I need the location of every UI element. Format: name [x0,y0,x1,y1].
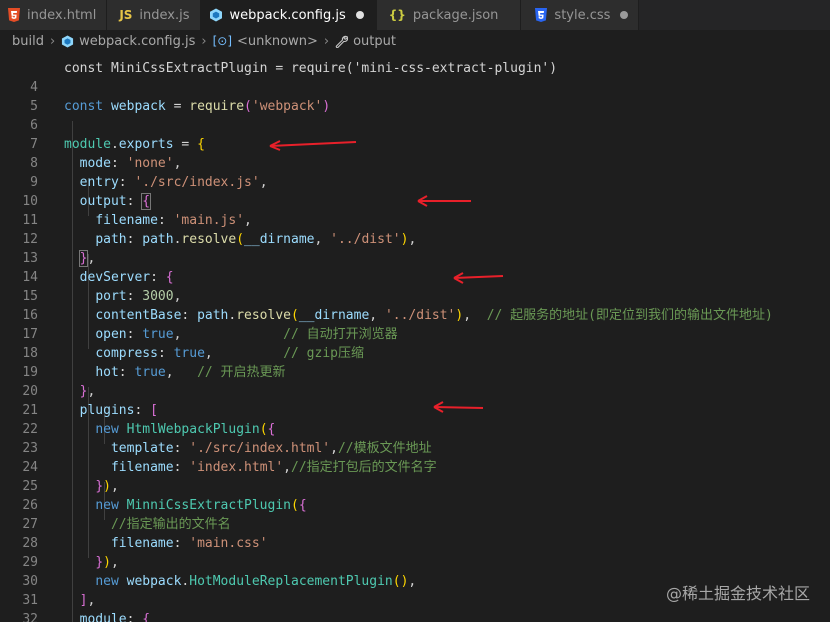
annotation-arrow-icon [433,401,484,413]
webpack-icon [209,8,223,22]
code-line: 15 contentBase: path.resolve(__dirname, … [0,268,830,323]
unsaved-dot-icon[interactable] [355,11,364,19]
annotation-arrow-icon [417,195,471,207]
code-line: 8 entry: './src/index.js', [0,135,830,190]
code-line: 24 }), [0,439,830,494]
code-line: 27 filename: 'main.css' [0,496,830,551]
code-line: 17 compress: true, // gzip压缩 [0,306,830,361]
code-line: const MiniCssExtractPlugin = require('mi… [0,52,830,76]
wrench-icon [335,35,349,48]
tab-label: webpack.config.js [229,7,346,23]
webpack-icon [61,34,74,48]
line-number: 32 [22,612,38,622]
tab-label: index.html [27,7,97,23]
chevron-right-icon: › [201,33,207,49]
code-line: 6 module.exports = { [0,97,830,152]
code-line: 7 mode: 'none', [0,116,830,171]
chevron-right-icon: › [323,33,330,49]
editor-tab-bar: index.html JS index.js webpack.config.js… [0,0,830,30]
code-line: 16 open: true, // 自动打开浏览器 [0,287,830,342]
code-line: 14 port: 3000, [0,249,830,304]
tab-package-json[interactable]: {} package.json [376,0,522,30]
json-icon: {} [388,8,406,22]
code-line: 19 }, [0,344,830,399]
chevron-right-icon: › [49,33,56,49]
breadcrumb-property[interactable]: output [353,34,396,49]
code-line: 25 new MinniCssExtractPlugin({ [0,458,830,513]
code-line: 13 devServer: { [0,230,830,285]
unsaved-dot-icon[interactable] [620,11,629,19]
tab-label: style.css [554,7,611,23]
css3-icon [535,8,548,22]
code-line: 20 plugins: [ [0,363,830,418]
code-line: 5 [0,78,830,114]
tab-label: index.js [139,7,190,23]
annotation-arrow-icon [453,272,504,284]
breadcrumb-folder[interactable]: build [12,34,44,49]
tab-index-html[interactable]: index.html [0,0,108,30]
code-line: 9 output: { [0,154,830,210]
code-line: 28 }), [0,515,830,570]
breadcrumb: build › webpack.config.js › [⊙] <unknown… [0,30,830,52]
symbol-namespace-icon: [⊙] [212,34,233,48]
code-line: 4 const webpack = require('webpack') [0,59,830,114]
tab-index-js[interactable]: JS index.js [107,0,201,30]
code-line: 23 filename: 'index.html',//指定打包后的文件名字 [0,420,830,475]
html5-icon [8,8,20,22]
code-line: 26 //指定输出的文件名 [0,477,830,532]
tab-style-css[interactable]: style.css [521,0,640,30]
code-line: 10 filename: 'main.js', [0,173,830,228]
code-line: 18 hot: true, // 开启热更新 [0,325,830,380]
js-icon: JS [119,8,133,22]
breadcrumb-file[interactable]: webpack.config.js [79,34,195,49]
tab-label: package.json [412,7,499,23]
code-editor[interactable]: const MiniCssExtractPlugin = require('mi… [0,52,830,622]
code-line: 30 ], [0,553,830,608]
annotation-arrow-icon [269,140,357,151]
code-line: 21 new HtmlWebpackPlugin({ [0,382,830,437]
breadcrumb-symbol[interactable]: <unknown> [237,34,318,49]
tab-webpack-config-js[interactable]: webpack.config.js [200,0,377,30]
code-line: 22 template: './src/index.html',//模板文件地址 [0,401,830,456]
code-line: 11 path: path.resolve(__dirname, '../dis… [0,192,830,247]
watermark: @稀土掘金技术社区 [665,584,810,603]
code-line: 29 new webpack.HotModuleReplacementPlugi… [0,534,830,589]
code-line: 12 }, [0,211,830,267]
